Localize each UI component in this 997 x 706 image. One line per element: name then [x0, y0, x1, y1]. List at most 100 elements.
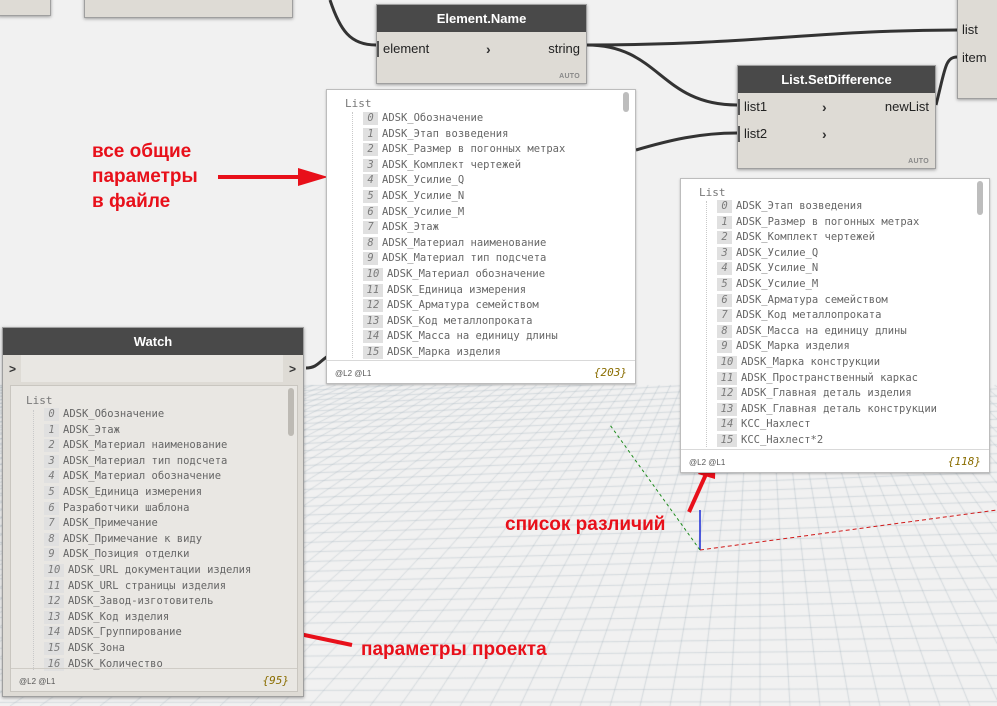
- item-text: Разработчики шаблона: [63, 501, 190, 514]
- scrollbar[interactable]: [623, 92, 629, 112]
- watch-list-panel[interactable]: List 0 ADSK_Обозначение 1 ADSK_Этаж 2 ADSK_Ма…: [10, 385, 298, 692]
- list-item: 13 ADSK_Главная деталь конструкции: [717, 402, 937, 418]
- wire-newlist-to-item: [934, 55, 958, 106]
- item-text: ADSK_Марка изделия: [736, 340, 850, 353]
- item-index: 10: [44, 564, 64, 577]
- port-label: list: [962, 22, 978, 37]
- annotation-all-params: все общие параметры в файле: [92, 139, 198, 214]
- item-index: 11: [717, 371, 737, 385]
- item-text: ADSK_Позиция отделки: [63, 548, 190, 561]
- partial-node-left[interactable]: [0, 0, 51, 16]
- item-text: ADSK_Комплект чертежей: [736, 231, 876, 244]
- list-item: 5 ADSK_Единица измерения: [44, 486, 202, 501]
- port-label: item: [962, 50, 987, 65]
- input-port-watch[interactable]: >: [3, 357, 21, 381]
- item-text: ADSK_Материал обозначение: [63, 470, 222, 483]
- list-item: 3 ADSK_Комплект чертежей: [363, 158, 521, 174]
- wire-in-list2: [635, 131, 738, 152]
- list-item: 12 ADSK_Главная деталь изделия: [717, 387, 912, 402]
- item-text: ADSK_Размер в погонных метрах: [382, 143, 566, 156]
- list-item: 2 ADSK_Комплект чертежей: [717, 231, 875, 246]
- output-port-watch[interactable]: >: [285, 357, 303, 381]
- list-item: 8 ADSK_Масса на единицу длины: [717, 324, 907, 340]
- item-text: ADSK_Марка конструкции: [741, 356, 881, 368]
- list-item: 2 ADSK_Материал наименование: [44, 439, 227, 454]
- list-item: 9 ADSK_Марка изделия: [717, 340, 850, 355]
- list-indent-guide: [33, 410, 34, 670]
- list-item: 8 ADSK_Примечание к виду: [44, 532, 202, 548]
- item-index: 5: [44, 486, 59, 499]
- scrollbar[interactable]: [977, 181, 983, 215]
- item-text: ADSK_Этап возведения: [382, 127, 509, 140]
- arrowhead-all-params: [298, 168, 328, 186]
- dynamo-canvas[interactable]: Element.Name element › string AUTO List.…: [0, 0, 997, 706]
- node-title: Watch: [3, 328, 303, 355]
- node-title: Element.Name: [377, 5, 586, 32]
- watch-node[interactable]: Watch > > List 0 ADSK_Обозначение 1 ADSK_Эт…: [2, 327, 304, 697]
- element-name-node[interactable]: Element.Name element › string AUTO: [376, 4, 587, 84]
- item-index: 15: [44, 642, 64, 655]
- all-params-preview[interactable]: List 0 ADSK_Обозначение 1 ADSK_Этап возведе…: [326, 89, 636, 384]
- item-index: 1: [717, 215, 732, 229]
- annotation-line: все общие: [92, 141, 192, 162]
- item-index: 4: [44, 470, 59, 484]
- port-label: string: [548, 41, 580, 56]
- item-index: 14: [717, 418, 737, 432]
- partial-node-right[interactable]: list item: [957, 0, 997, 99]
- item-text: ADSK_Этаж: [63, 423, 120, 436]
- item-text: ADSK_Марка изделия: [387, 346, 501, 358]
- chevron-right-icon: ›: [822, 99, 827, 115]
- item-index: 13: [363, 314, 383, 328]
- item-index: 3: [44, 454, 59, 468]
- item-text: ADSK_Усилие_Q: [736, 246, 819, 259]
- partial-node-mid[interactable]: [84, 0, 293, 18]
- list-levels: @L2 @L1: [689, 458, 726, 467]
- list-item: 1 ADSK_Этап возведения: [363, 127, 509, 143]
- set-difference-node[interactable]: List.SetDifference list1 › list2 › newLi…: [737, 65, 936, 169]
- input-port-list[interactable]: list: [958, 18, 997, 42]
- item-index: 11: [363, 283, 383, 297]
- item-index: 7: [717, 309, 732, 323]
- chevron-right-icon: >: [289, 362, 297, 376]
- item-index: 10: [717, 356, 737, 369]
- list-item: 3 ADSK_Усилие_Q: [717, 246, 819, 262]
- item-text: ADSK_Арматура семейством: [387, 299, 539, 312]
- input-port-list1[interactable]: list1 ›: [738, 95, 836, 119]
- item-index: 1: [44, 423, 59, 437]
- port-label: newList: [884, 99, 929, 114]
- run-mode-label: AUTO: [559, 73, 580, 80]
- item-text: ADSK_Главная деталь конструкции: [741, 402, 937, 415]
- list-title: List: [26, 394, 53, 407]
- annotation-difference: список различий: [505, 514, 666, 535]
- item-count: {203}: [593, 366, 627, 379]
- scrollbar[interactable]: [288, 388, 294, 436]
- axis-x: [699, 509, 997, 551]
- list-item: 5 ADSK_Усилие_N: [363, 190, 464, 205]
- output-port-newlist[interactable]: newList: [885, 95, 935, 119]
- port-marker: [738, 126, 740, 142]
- port-label: list1: [744, 99, 768, 114]
- annotation-line: в файле: [92, 191, 171, 212]
- input-port-item[interactable]: item: [958, 46, 997, 70]
- chevron-right-icon: ›: [486, 41, 491, 57]
- list-item: 15 ADSK_Зона: [44, 642, 125, 657]
- item-index: 12: [44, 595, 64, 609]
- chevron-right-icon: >: [9, 362, 17, 376]
- list-item: 2 ADSK_Размер в погонных метрах: [363, 143, 565, 158]
- item-text: ADSK_Код изделия: [68, 610, 170, 623]
- list-item: 3 ADSK_Материал тип подсчета: [44, 454, 227, 470]
- difference-preview[interactable]: List 0 ADSK_Этап возведения 1 ADSK_Размер в…: [680, 178, 990, 473]
- item-index: 0: [44, 408, 59, 421]
- output-port-string[interactable]: string: [548, 37, 586, 61]
- list-item: 14 ADSK_Группирование: [44, 626, 182, 641]
- item-text: КСС_Нахлест*2: [741, 434, 824, 446]
- input-port-list2[interactable]: list2 ›: [738, 122, 836, 146]
- list-item: 0 ADSK_Обозначение: [363, 112, 483, 127]
- list-item: 11 ADSK_Пространственный каркас: [717, 371, 918, 387]
- input-port-element[interactable]: element ›: [377, 37, 499, 61]
- item-text: КСС_Нахлест: [741, 418, 811, 431]
- item-text: ADSK_Примечание: [63, 517, 158, 530]
- list-item: 12 ADSK_Арматура семейством: [363, 299, 539, 314]
- item-index: 7: [44, 517, 59, 531]
- chevron-right-icon: ›: [822, 126, 827, 142]
